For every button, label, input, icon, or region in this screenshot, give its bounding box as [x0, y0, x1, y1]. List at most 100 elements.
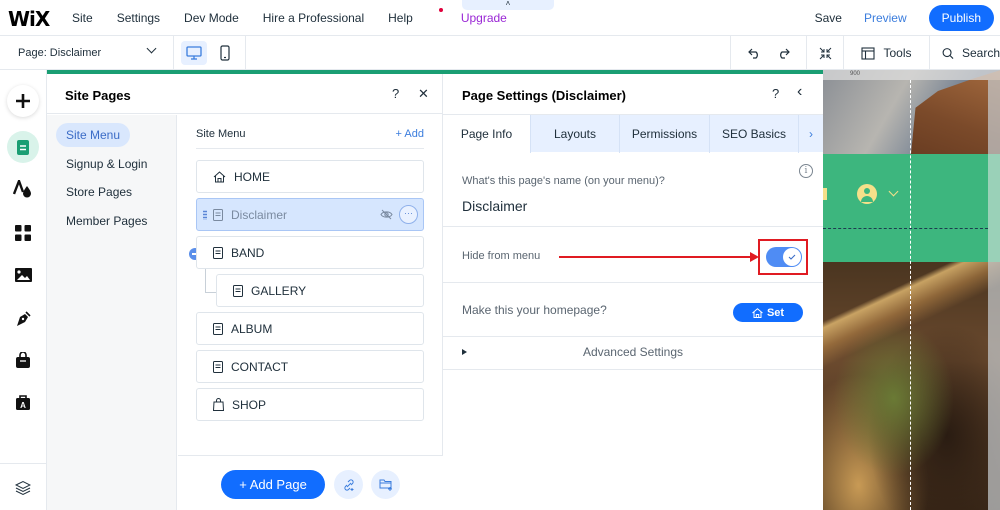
- check-icon: [788, 254, 796, 260]
- category-store-pages[interactable]: Store Pages: [56, 180, 142, 204]
- editor-canvas[interactable]: 900: [823, 70, 1000, 510]
- pages-icon: [17, 139, 29, 155]
- media-button[interactable]: [7, 259, 39, 291]
- advanced-settings-row[interactable]: Advanced Settings: [443, 337, 823, 370]
- nav-hire-professional[interactable]: Hire a Professional: [263, 11, 364, 25]
- apps-button[interactable]: [7, 217, 39, 249]
- add-folder-button[interactable]: [371, 470, 400, 499]
- back-icon[interactable]: ‹: [797, 83, 802, 101]
- guide-horizontal: [823, 228, 988, 229]
- chevron-down-icon: [146, 43, 157, 54]
- site-pages-header: Site Pages ? ✕: [47, 74, 443, 114]
- nav-site[interactable]: Site: [72, 11, 93, 25]
- add-link-button[interactable]: + Add: [396, 128, 424, 140]
- site-pages-title: Site Pages: [65, 88, 131, 103]
- undo-icon[interactable]: [747, 47, 762, 59]
- device-switcher: [174, 36, 246, 70]
- category-site-menu[interactable]: Site Menu: [56, 123, 131, 147]
- category-member-pages[interactable]: Member Pages: [56, 209, 157, 233]
- page-name-input[interactable]: Disclaimer: [462, 198, 527, 214]
- page-item-gallery[interactable]: GALLERY: [216, 274, 424, 307]
- site-header-strip[interactable]: [823, 154, 988, 262]
- page-info-content: What's this page's name (on your menu)? …: [443, 152, 823, 370]
- mobile-view-button[interactable]: [212, 41, 238, 65]
- publish-button[interactable]: Publish: [928, 5, 994, 31]
- page-icon: [213, 208, 223, 221]
- nav-dev-mode[interactable]: Dev Mode: [184, 11, 239, 25]
- add-elements-button[interactable]: [7, 85, 39, 117]
- member-avatar-icon[interactable]: [857, 184, 877, 204]
- hide-from-menu-section: Hide from menu: [443, 227, 823, 283]
- store-button[interactable]: [7, 344, 39, 376]
- tab-seo-basics[interactable]: SEO Basics: [710, 115, 799, 153]
- tab-permissions[interactable]: Permissions: [620, 115, 710, 153]
- page-label: HOME: [234, 169, 270, 184]
- help-icon[interactable]: ?: [392, 86, 399, 101]
- drawer-handle[interactable]: ˄: [462, 0, 554, 10]
- portfolio-icon: A: [16, 394, 30, 410]
- category-signup-login[interactable]: Signup & Login: [56, 152, 157, 176]
- preview-button[interactable]: Preview: [864, 11, 907, 25]
- site-pages-panel: Site Pages ? ✕ Site Menu Signup & Login …: [47, 74, 443, 510]
- hide-from-menu-label: Hide from menu: [462, 250, 541, 262]
- layers-button[interactable]: [7, 472, 39, 504]
- nav-upgrade[interactable]: Upgrade: [461, 11, 507, 25]
- redo-icon[interactable]: [776, 47, 790, 59]
- search-button[interactable]: Search: [929, 36, 1000, 70]
- desktop-view-button[interactable]: [181, 41, 207, 65]
- nav-settings[interactable]: Settings: [117, 11, 160, 25]
- page-item-home[interactable]: HOME: [196, 160, 424, 193]
- media-icon: [14, 268, 32, 282]
- store-bag-icon: [16, 351, 30, 368]
- set-button-label: Set: [766, 306, 785, 319]
- pages-button[interactable]: [7, 131, 39, 163]
- vertical-ruler[interactable]: [988, 80, 1000, 510]
- page-label: Disclaimer: [231, 207, 288, 222]
- drag-handle-icon[interactable]: [203, 210, 207, 220]
- page-item-shop[interactable]: SHOP: [196, 388, 424, 421]
- advanced-settings-label: Advanced Settings: [582, 345, 684, 359]
- page-selector[interactable]: Page: Disclaimer: [0, 36, 174, 70]
- search-label: Search: [961, 46, 1000, 60]
- blog-button[interactable]: [7, 302, 39, 334]
- info-icon[interactable]: i: [799, 164, 813, 178]
- add-page-button[interactable]: + Add Page: [221, 470, 325, 499]
- hide-from-menu-toggle[interactable]: [766, 247, 802, 267]
- page-item-disclaimer[interactable]: Disclaimer ···: [196, 198, 424, 231]
- tool-rail: A: [0, 70, 47, 510]
- page-item-album[interactable]: ALBUM: [196, 312, 424, 345]
- close-icon[interactable]: ✕: [418, 86, 429, 102]
- tab-page-info[interactable]: Page Info: [443, 115, 531, 153]
- site-menu-list: Site Menu + Add HOME Disclaimer ··· BAND…: [178, 115, 443, 510]
- help-icon[interactable]: ?: [772, 86, 779, 101]
- page-item-band[interactable]: BAND: [196, 236, 424, 269]
- horizontal-ruler[interactable]: 900: [823, 70, 1000, 80]
- tools-label: Tools: [883, 46, 912, 60]
- page-label: GALLERY: [251, 283, 307, 298]
- background-ground: [823, 262, 1000, 510]
- tools-button[interactable]: Tools: [843, 36, 929, 70]
- site-menu-title: Site Menu: [196, 128, 246, 140]
- page-settings-title: Page Settings (Disclaimer): [462, 88, 626, 103]
- tree-connector: [205, 269, 216, 293]
- page-settings-tabs: Page Info Layouts Permissions SEO Basics…: [443, 114, 823, 153]
- layers-icon: [15, 480, 31, 496]
- set-homepage-button[interactable]: Set: [733, 303, 803, 322]
- tabs-scroll-right[interactable]: ›: [799, 115, 823, 153]
- zoom-out-button[interactable]: [806, 36, 843, 70]
- wix-logo[interactable]: WiX: [8, 7, 50, 31]
- more-actions-button[interactable]: ···: [399, 205, 418, 224]
- site-pages-footer: + Add Page: [178, 455, 443, 510]
- nav-help[interactable]: Help: [388, 8, 443, 25]
- add-link-page-button[interactable]: [334, 470, 363, 499]
- save-button[interactable]: Save: [815, 11, 842, 25]
- tab-layouts[interactable]: Layouts: [531, 115, 620, 153]
- guide-vertical: [910, 80, 911, 510]
- blog-pen-icon: [16, 310, 31, 326]
- folder-add-icon: [379, 479, 392, 491]
- page-item-contact[interactable]: CONTACT: [196, 350, 424, 383]
- theme-button[interactable]: [7, 173, 39, 205]
- mobile-icon: [220, 45, 230, 61]
- vertical-ruler-header-segment: [988, 154, 1000, 262]
- portfolio-button[interactable]: A: [7, 386, 39, 418]
